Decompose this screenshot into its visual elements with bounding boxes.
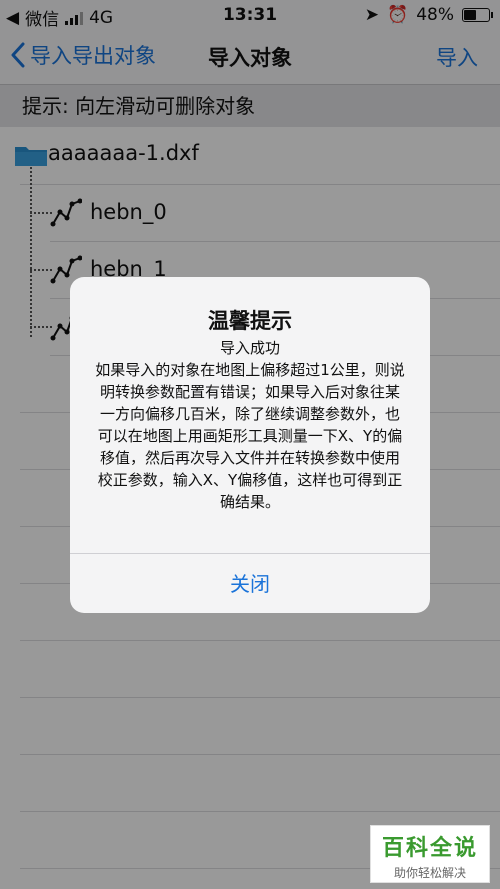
watermark-logo: 百科全说 助你轻松解决 xyxy=(370,825,490,883)
dialog-title: 温馨提示 xyxy=(208,309,292,333)
close-button[interactable]: 关闭 xyxy=(70,553,430,613)
alert-dialog: 温馨提示 导入成功 如果导入的对象在地图上偏移超过1公里，则说明转换参数配置有错… xyxy=(70,277,430,613)
watermark-subtitle: 助你轻松解决 xyxy=(393,866,466,880)
dialog-subtitle: 导入成功 xyxy=(219,339,280,357)
dialog-message: 如果导入的对象在地图上偏移超过1公里，则说明转换参数配置有错误；如果导入后对象往… xyxy=(95,361,405,511)
watermark-title: 百科全说 xyxy=(381,836,478,861)
